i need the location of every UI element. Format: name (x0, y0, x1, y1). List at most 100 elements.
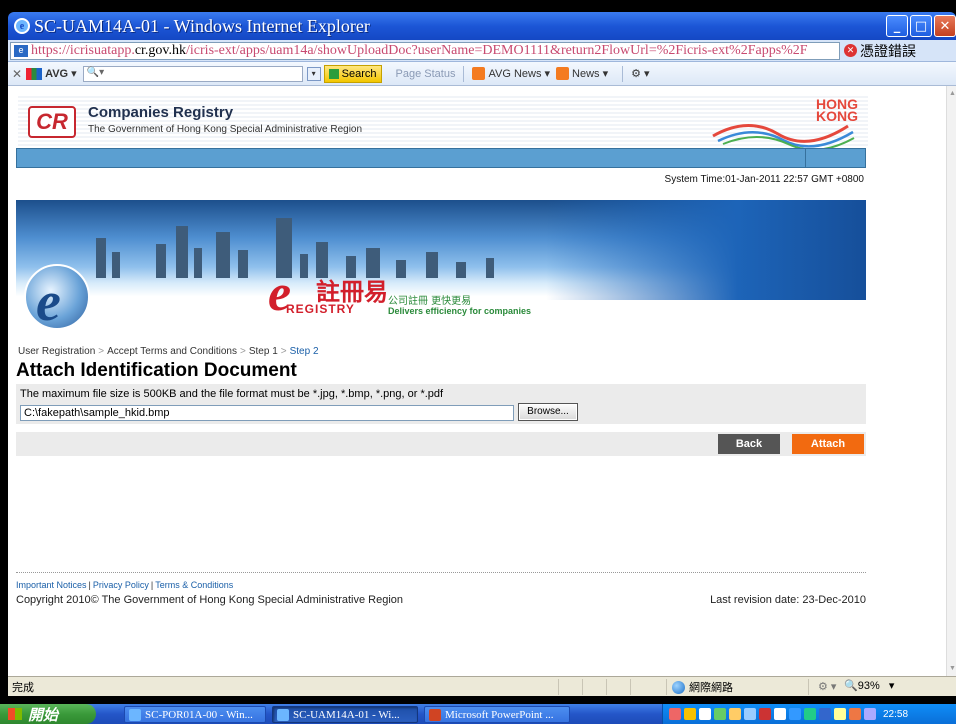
protected-mode-icon[interactable]: ⚙ ▾ (818, 680, 836, 693)
search-arrow-icon (328, 68, 339, 79)
news-button[interactable]: News ▾ (556, 67, 608, 80)
important-notices-link[interactable]: Important Notices (16, 580, 87, 590)
page-status[interactable]: Page Status (396, 68, 456, 80)
breadcrumb-item: Accept Terms and Conditions (107, 346, 237, 357)
powerpoint-icon (429, 708, 441, 721)
tray-icon[interactable] (744, 708, 756, 720)
tray-icon[interactable] (849, 708, 861, 720)
e-registry-banner: e e 註冊易 REGISTRY 公司註冊 更快更易 Delivers effi… (16, 200, 866, 334)
avg-menu[interactable]: AVG ▾ (26, 67, 77, 80)
e-globe-mark: e (36, 271, 61, 333)
avg-search-button[interactable]: Search (323, 64, 382, 83)
zoom-level: 93% (857, 679, 880, 692)
task-label: SC-POR01A-00 - Win... (145, 708, 253, 721)
breadcrumb-item: User Registration (18, 346, 96, 357)
breadcrumb-current: Step 2 (289, 346, 319, 357)
error-icon: ✕ (844, 44, 857, 57)
action-bar: Back Attach (16, 432, 866, 456)
taskbar-item-active[interactable]: SC-UAM14A-01 - Wi... (272, 706, 418, 723)
upload-instructions: The maximum file size is 500KB and the f… (20, 388, 444, 400)
task-label: SC-UAM14A-01 - Wi... (293, 708, 400, 721)
tagline-zh: 公司註冊 更快更易 (388, 296, 472, 307)
status-divider (666, 679, 667, 695)
scroll-up-icon[interactable]: ▲ (949, 90, 956, 97)
taskbar-item[interactable]: Microsoft PowerPoint ... (424, 706, 570, 723)
status-divider (808, 679, 809, 695)
cr-logo[interactable]: CR (28, 106, 76, 138)
maximize-button[interactable]: □ (910, 15, 932, 37)
page-title: Attach Identification Document (16, 360, 297, 381)
toolbar-divider (622, 65, 624, 82)
tray-icon[interactable] (714, 708, 726, 720)
rss-icon (472, 67, 486, 80)
tray-icon[interactable] (774, 708, 786, 720)
footer-divider (16, 572, 866, 573)
start-button[interactable]: 開始 (0, 704, 96, 724)
page-content: CR Companies Registry The Government of … (8, 86, 946, 676)
site-header: CR Companies Registry The Government of … (18, 94, 868, 148)
footer-links: Important Notices | Privacy Policy | Terms &… (16, 580, 234, 590)
tagline-en: Delivers efficiency for companies (388, 306, 532, 316)
windows-taskbar: 開始 SC-POR01A-00 - Win... SC-UAM14A-01 - … (0, 704, 956, 724)
tray-icon[interactable] (804, 708, 816, 720)
ie-icon (277, 708, 289, 721)
system-time: System Time:01-Jan-2011 22:57 GMT +0800 (664, 174, 864, 185)
browse-button[interactable]: Browse... (518, 403, 578, 421)
tray-icon[interactable] (819, 708, 831, 720)
upload-panel: The maximum file size is 500KB and the f… (16, 384, 866, 424)
org-name: Companies Registry (88, 104, 234, 121)
zoom-control[interactable]: 🔍 93% ▾ (844, 679, 894, 693)
hong-kong-wordmark: HONG KONG (816, 96, 858, 124)
file-path-input[interactable]: C:\fakepath\sample_hkid.bmp (20, 405, 514, 421)
task-label: Microsoft PowerPoint ... (445, 708, 554, 721)
toolbar-close-icon[interactable]: ✕ (12, 67, 22, 81)
tray-icon[interactable] (684, 708, 696, 720)
close-button[interactable]: ✕ (934, 15, 956, 37)
avg-search-dropdown[interactable]: ▾ (306, 66, 321, 81)
status-divider (630, 679, 631, 695)
breadcrumb-separator: > (98, 346, 105, 357)
last-revision-date: Last revision date: 23-Dec-2010 (710, 594, 866, 606)
scroll-down-icon[interactable]: ▼ (949, 665, 956, 672)
back-button[interactable]: Back (718, 434, 780, 454)
window-controls: _ □ ✕ (886, 15, 956, 37)
security-zone[interactable]: 網際網路 (672, 679, 733, 695)
status-bar: 完成 網際網路 ⚙ ▾ 🔍 93% ▾ (8, 676, 956, 696)
terms-conditions-link[interactable]: Terms & Conditions (155, 580, 233, 590)
copyright-text: Copyright 2010© The Government of Hong K… (16, 594, 404, 606)
avg-news-button[interactable]: AVG News ▾ (472, 67, 550, 80)
zoom-icon: 🔍 (844, 680, 858, 692)
tray-icon[interactable] (729, 708, 741, 720)
minimize-button[interactable]: _ (886, 15, 908, 37)
tray-icon[interactable] (834, 708, 846, 720)
vertical-scrollbar[interactable]: ▲ ▼ (946, 86, 956, 676)
breadcrumb: User Registration > Accept Terms and Condi… (18, 346, 319, 357)
privacy-policy-link[interactable]: Privacy Policy (93, 580, 149, 590)
window-titlebar[interactable]: e SC-UAM14A-01 - Windows Internet Explor… (8, 12, 956, 40)
url-text: https://icrisuatapp.cr.gov.hk/icris-ext/… (31, 42, 808, 58)
clock[interactable]: 22:58 (883, 709, 908, 720)
tray-icon[interactable] (864, 708, 876, 720)
tray-icon[interactable] (669, 708, 681, 720)
url-field[interactable]: e https://icrisuatapp.cr.gov.hk/icris-ex… (10, 41, 840, 60)
avg-search-input[interactable]: 🔍▾ (82, 65, 303, 82)
rss-icon (556, 67, 570, 80)
avg-label: AVG (45, 67, 69, 80)
taskbar-item[interactable]: SC-POR01A-00 - Win... (124, 706, 266, 723)
tray-icon[interactable] (699, 708, 711, 720)
e-registry-en: REGISTRY (286, 302, 355, 316)
nav-bar (16, 148, 866, 168)
tray-icon[interactable] (759, 708, 771, 720)
status-divider (606, 679, 607, 695)
page-icon: e (14, 44, 28, 57)
certificate-error-button[interactable]: ✕ 憑證錯誤 (844, 41, 916, 61)
tray-icon[interactable] (789, 708, 801, 720)
zone-label: 網際網路 (689, 681, 733, 694)
toolbar-divider (463, 65, 465, 82)
toolbar-options-button[interactable]: ⚙ ▾ (631, 67, 649, 80)
avg-toolbar: ✕ AVG ▾ 🔍▾ ▾ Search Page Status AVG News… (8, 62, 956, 86)
search-label: Search (341, 67, 377, 80)
org-subtitle: The Government of Hong Kong Special Admi… (88, 124, 363, 135)
attach-button[interactable]: Attach (792, 434, 864, 454)
ie-icon (129, 708, 141, 721)
